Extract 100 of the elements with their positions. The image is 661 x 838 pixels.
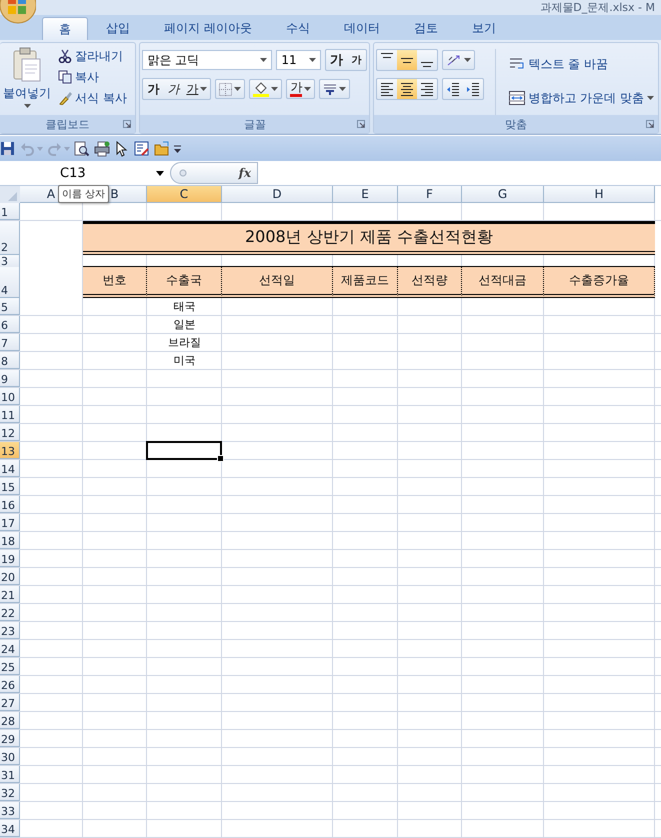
shrink-font-button[interactable]: 가 <box>346 50 366 70</box>
row-header[interactable]: 16 <box>0 496 20 513</box>
row-header[interactable]: 4 <box>0 267 20 298</box>
merge-center-button[interactable]: 병합하고 가운데 맞춤 <box>507 86 656 110</box>
row-header[interactable]: 23 <box>0 622 20 639</box>
format-painter-button[interactable]: 서식 복사 <box>56 89 129 107</box>
row-header[interactable]: 34 <box>0 820 20 837</box>
copy-icon <box>58 70 72 84</box>
align-right-icon <box>420 82 434 96</box>
active-cell[interactable] <box>146 441 222 460</box>
borders-button[interactable] <box>215 79 246 99</box>
column-heading: 수출증가율 <box>544 267 655 298</box>
column-header[interactable]: C <box>147 186 222 203</box>
row-header[interactable]: 15 <box>0 478 20 495</box>
row-header[interactable]: 21 <box>0 586 20 603</box>
fill-color-button[interactable] <box>249 79 282 99</box>
row-header[interactable]: 29 <box>0 730 20 747</box>
column-header[interactable]: H <box>544 186 655 203</box>
dialog-launcher-icon[interactable] <box>123 120 132 128</box>
wrap-text-button[interactable]: 텍스트 줄 바꿈 <box>507 52 656 76</box>
row-header[interactable]: 1 <box>0 203 20 220</box>
row-header[interactable]: 28 <box>0 712 20 729</box>
caret-icon <box>271 87 278 91</box>
row-header[interactable]: 24 <box>0 640 20 657</box>
row-header[interactable]: 14 <box>0 460 20 477</box>
middle-align-button[interactable] <box>397 50 418 70</box>
ribbon-tab[interactable]: 삽입 <box>90 17 146 40</box>
table-cell-text: 미국 <box>172 353 196 369</box>
dialog-launcher-icon[interactable] <box>357 120 366 128</box>
font-name-field[interactable]: 맑은 고딕 <box>142 50 272 70</box>
ribbon-tab[interactable]: 홈 <box>42 17 88 40</box>
row-header[interactable]: 22 <box>0 604 20 621</box>
ribbon-tab[interactable]: 페이지 레이아웃 <box>148 17 268 40</box>
italic-button[interactable]: 가 <box>163 79 184 99</box>
print-preview-icon[interactable] <box>74 140 90 156</box>
table-cell-text: 태국 <box>172 299 196 315</box>
pointer-icon[interactable] <box>114 140 130 156</box>
insert-function-button[interactable]: fx <box>238 166 251 180</box>
row-header[interactable]: 10 <box>0 388 20 405</box>
ribbon-tab[interactable]: 검토 <box>398 17 454 40</box>
ribbon-tab[interactable]: 보기 <box>456 17 512 40</box>
grow-font-button[interactable]: 가 <box>326 50 346 70</box>
group-title: 글꼴 <box>244 116 266 132</box>
column-heading: 제품코드 <box>333 267 398 298</box>
group-title: 클립보드 <box>46 116 90 132</box>
row-header[interactable]: 8 <box>0 352 20 369</box>
column-header[interactable]: D <box>222 186 333 203</box>
save-icon[interactable] <box>0 140 16 156</box>
row-header[interactable]: 7 <box>0 334 20 351</box>
row-header[interactable]: 9 <box>0 370 20 387</box>
row-header[interactable]: 17 <box>0 514 20 531</box>
row-header[interactable]: 25 <box>0 658 20 675</box>
bold-button[interactable]: 가 <box>143 79 164 99</box>
column-heading: 선적대금 <box>462 267 544 298</box>
orientation-button[interactable] <box>442 50 476 70</box>
column-header[interactable]: F <box>398 186 462 203</box>
align-middle-icon <box>401 58 414 62</box>
window-title: 과제물D_문제.xlsx - M <box>540 0 655 14</box>
column-heading: 선적일 <box>222 267 333 298</box>
row-header[interactable]: 12 <box>0 424 20 441</box>
column-heading: 선적량 <box>398 267 462 298</box>
paste-button[interactable]: 붙여넣기 <box>2 47 52 115</box>
row-header[interactable]: 18 <box>0 532 20 549</box>
ribbon-tab[interactable]: 수식 <box>270 17 326 40</box>
phonetic-guide-button[interactable] <box>319 79 350 99</box>
row-header[interactable]: 31 <box>0 766 20 783</box>
customize-toolbar-icon[interactable] <box>174 144 181 152</box>
row-header[interactable]: 27 <box>0 694 20 711</box>
column-heading: 번호 <box>83 267 147 298</box>
caret-icon <box>339 87 346 91</box>
row-header[interactable]: 30 <box>0 748 20 765</box>
row-header[interactable]: 33 <box>0 802 20 819</box>
underline-button[interactable]: 가 <box>183 79 210 99</box>
caret-icon <box>304 87 312 91</box>
cut-button[interactable]: 잘라내기 <box>56 47 129 65</box>
ribbon-tab[interactable]: 데이터 <box>328 17 396 40</box>
row-header[interactable]: 2 <box>0 221 20 255</box>
row-header[interactable]: 5 <box>0 298 20 315</box>
row-header[interactable]: 11 <box>0 406 20 423</box>
table-cell-text: 일본 <box>172 317 196 333</box>
row-header[interactable]: 20 <box>0 568 20 585</box>
row-header[interactable]: 13 <box>0 442 20 459</box>
center-button[interactable] <box>397 79 418 99</box>
row-header[interactable]: 19 <box>0 550 20 567</box>
printer-icon[interactable] <box>94 140 110 156</box>
font-color-button[interactable]: 가 <box>286 79 316 99</box>
font-size-field[interactable]: 11 <box>276 50 322 70</box>
caret-icon <box>234 87 242 91</box>
column-header[interactable]: G <box>462 186 544 203</box>
copy-button[interactable]: 복사 <box>56 68 129 86</box>
align-bottom-icon <box>421 62 434 67</box>
dialog-launcher-icon[interactable] <box>646 120 654 128</box>
row-header[interactable]: 6 <box>0 316 20 333</box>
paint-bucket-icon <box>253 82 270 96</box>
caret-icon <box>200 87 208 91</box>
column-header[interactable]: E <box>333 186 398 203</box>
merge-cells-icon <box>509 91 526 105</box>
caret-icon <box>24 104 30 108</box>
row-header[interactable]: 26 <box>0 676 20 693</box>
row-header[interactable]: 32 <box>0 784 20 801</box>
